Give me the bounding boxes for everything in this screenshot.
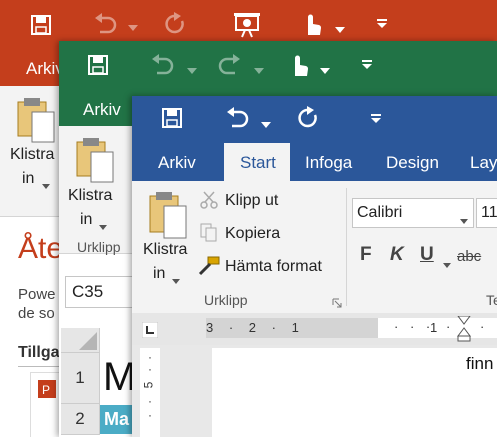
vruler-mark: 5 xyxy=(141,381,156,389)
excel-tab-arkiv[interactable]: Arkiv xyxy=(83,100,121,120)
excel-row-1-label: 1 xyxy=(75,368,85,387)
underline-dropdown-icon[interactable] xyxy=(443,255,451,273)
pp-body-line-1: Powe xyxy=(18,286,56,303)
pp-undo-icon[interactable] xyxy=(92,12,118,36)
vruler-dot-2: · xyxy=(148,362,152,376)
tab-selector-icon[interactable] xyxy=(141,321,159,343)
word-customize-qat-icon[interactable] xyxy=(370,111,382,129)
word-italic-button[interactable]: K xyxy=(390,244,404,266)
indent-marker-icon[interactable] xyxy=(457,315,471,347)
word-font-name-value: Calibri xyxy=(357,204,403,221)
excel-paste-dropdown-icon[interactable] xyxy=(99,217,107,235)
word-group-separator xyxy=(346,188,347,306)
pp-redo-icon[interactable] xyxy=(162,11,188,37)
word-tab-arkiv[interactable]: Arkiv xyxy=(158,153,196,173)
ruler-dot-right: · xyxy=(446,319,451,334)
pp-touch-dropdown-icon[interactable] xyxy=(335,20,345,38)
word-document-text: finn xyxy=(466,354,494,373)
pp-paste-label[interactable]: Klistra xyxy=(10,146,54,164)
excel-redo-dropdown-icon[interactable] xyxy=(254,61,264,79)
excel-save-icon[interactable] xyxy=(87,54,109,76)
word-bold-button[interactable]: F xyxy=(360,244,372,266)
word-format-painter-button[interactable]: Hämta format xyxy=(225,258,322,276)
excel-paste-label[interactable]: Klistra xyxy=(68,187,112,205)
word-group-font: Te xyxy=(486,292,497,308)
word-cut-button[interactable]: Klipp ut xyxy=(225,192,278,210)
vruler-dot-4: · xyxy=(148,408,152,422)
pp-touch-icon[interactable] xyxy=(300,11,324,37)
ruler-dot-right-2: · xyxy=(480,319,485,334)
word-tab-layout[interactable]: Lay xyxy=(470,153,497,173)
word-window: Arkiv Start Infoga Design Lay Klistra in… xyxy=(132,96,497,437)
scissors-icon xyxy=(199,190,219,215)
excel-row-header-1[interactable]: 1 xyxy=(61,353,100,404)
word-save-icon[interactable] xyxy=(161,107,183,129)
word-paste-label[interactable]: Klistra xyxy=(143,241,187,259)
pp-paste-label-2[interactable]: in xyxy=(22,170,34,188)
excel-paste-label-2[interactable]: in xyxy=(80,211,92,229)
excel-redo-icon[interactable] xyxy=(217,53,243,77)
word-paste-label-2[interactable]: in xyxy=(153,265,165,283)
font-name-dropdown-icon xyxy=(460,211,468,229)
pp-file-icon: P xyxy=(38,380,56,398)
word-copy-button[interactable]: Kopiera xyxy=(225,225,280,243)
excel-row-2-label: 2 xyxy=(75,409,85,428)
excel-touch-dropdown-icon[interactable] xyxy=(320,61,330,79)
word-tab-start[interactable]: Start xyxy=(224,143,290,181)
excel-touch-icon[interactable] xyxy=(287,52,311,78)
word-paste-dropdown-icon[interactable] xyxy=(172,271,180,289)
ruler-marks-dots: · · · xyxy=(394,319,435,334)
excel-row-header-2[interactable]: 2 xyxy=(61,404,100,435)
word-tab-design[interactable]: Design xyxy=(386,153,439,173)
vruler-dot-3: · xyxy=(148,394,152,408)
pp-paste-dropdown-icon[interactable] xyxy=(42,176,50,194)
word-document-page[interactable]: finn xyxy=(212,348,497,437)
word-vertical-ruler[interactable]: · · 5 · · xyxy=(140,348,160,437)
word-font-name-select[interactable]: Calibri xyxy=(352,198,474,228)
pp-present-icon[interactable] xyxy=(233,12,261,38)
ruler-mark-right: 1 xyxy=(430,320,438,335)
word-undo-icon[interactable] xyxy=(224,106,250,130)
pp-body-line-2: de so xyxy=(18,305,55,322)
word-undo-dropdown-icon[interactable] xyxy=(261,115,271,133)
pp-section-heading: Tillga xyxy=(18,344,60,361)
excel-undo-icon[interactable] xyxy=(149,53,175,77)
excel-select-all[interactable] xyxy=(61,328,100,353)
dialog-launcher-icon[interactable] xyxy=(332,295,342,313)
pp-heading: Åte xyxy=(18,232,64,265)
format-painter-icon xyxy=(198,256,220,281)
pp-undo-dropdown-icon[interactable] xyxy=(128,18,138,36)
word-group-clipboard: Urklipp xyxy=(204,292,248,308)
excel-undo-dropdown-icon[interactable] xyxy=(187,61,197,79)
pp-save-icon[interactable] xyxy=(30,14,52,36)
pp-paste-icon[interactable] xyxy=(14,94,58,149)
word-underline-button[interactable]: U xyxy=(420,244,434,266)
excel-customize-qat-icon[interactable] xyxy=(361,57,373,75)
pp-customize-qat-icon[interactable] xyxy=(376,16,388,34)
word-font-size-select[interactable]: 11 xyxy=(476,198,497,228)
word-horizontal-ruler[interactable]: 3 · 2 · 1 · · · 1 · · xyxy=(206,315,497,342)
word-tab-start-label: Start xyxy=(240,153,276,172)
word-paste-icon[interactable] xyxy=(146,188,190,245)
excel-group-clipboard: Urklipp xyxy=(77,239,121,255)
ruler-marks-left: 3 · 2 · 1 xyxy=(206,320,305,335)
copy-icon xyxy=(200,223,218,248)
svg-text:P: P xyxy=(42,383,50,397)
excel-paste-icon[interactable] xyxy=(73,134,117,189)
word-tab-infoga[interactable]: Infoga xyxy=(305,153,352,173)
word-redo-icon[interactable] xyxy=(295,105,321,131)
word-font-size-value: 11 xyxy=(481,204,497,221)
word-strikethrough-button[interactable]: abc xyxy=(457,248,481,265)
